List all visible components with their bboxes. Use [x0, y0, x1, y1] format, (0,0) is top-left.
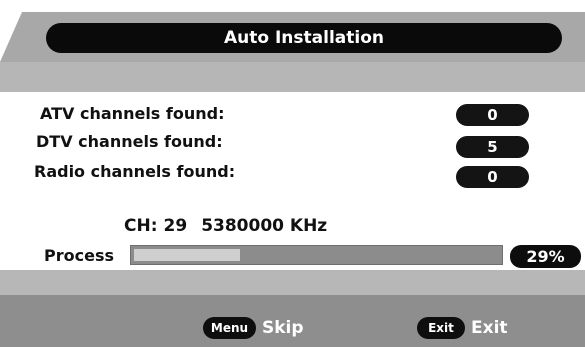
radio-channels-label: Radio channels found:	[34, 162, 236, 181]
progress-percent: 29%	[510, 245, 581, 268]
channel-number: 29	[163, 216, 188, 236]
menu-key-icon[interactable]: Menu	[203, 317, 256, 339]
auto-installation-screen: Auto Installation ATV channels found: 0 …	[0, 0, 585, 347]
dtv-channels-count: 5	[456, 136, 529, 158]
progress-bar	[130, 245, 503, 265]
exit-action-label[interactable]: Exit	[471, 317, 508, 339]
dtv-channels-label: DTV channels found:	[36, 132, 223, 151]
top-divider-band	[0, 62, 585, 92]
bottom-divider-band	[0, 270, 585, 295]
skip-action-label[interactable]: Skip	[262, 317, 304, 339]
header-notch	[0, 12, 22, 62]
channel-frequency: 5380000 KHz	[201, 216, 328, 236]
process-label: Process	[44, 246, 114, 265]
page-title: Auto Installation	[46, 23, 562, 53]
channel-prefix: CH:	[124, 216, 158, 236]
channel-readout: CH: 29 5380000 KHz	[124, 216, 327, 236]
atv-channels-count: 0	[456, 104, 529, 126]
exit-key-icon[interactable]: Exit	[417, 317, 465, 339]
radio-channels-count: 0	[456, 166, 529, 188]
atv-channels-label: ATV channels found:	[40, 104, 225, 123]
progress-fill	[134, 249, 240, 261]
